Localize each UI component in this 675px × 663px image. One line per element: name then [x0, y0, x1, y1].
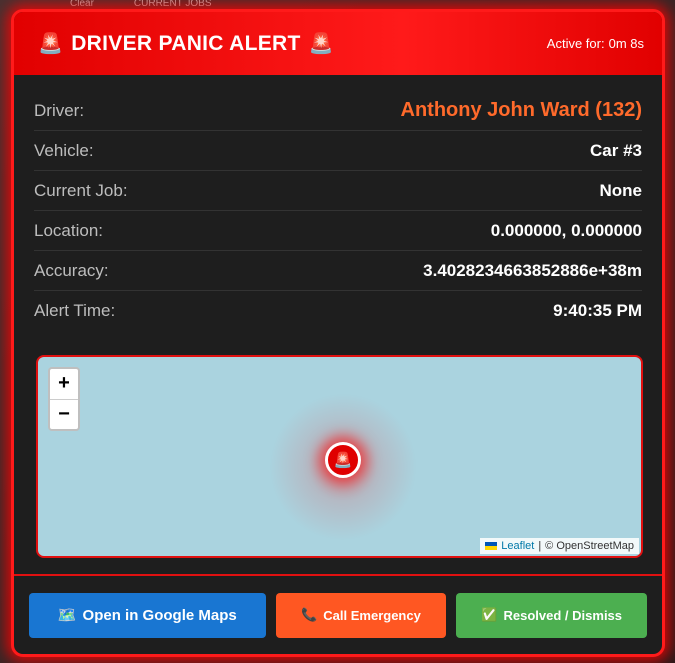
alert-title: 🚨 DRIVER PANIC ALERT 🚨 [38, 31, 334, 56]
accuracy-value: 3.4028234663852886e+38m [423, 260, 642, 280]
location-map[interactable]: + − 🚨 Leaflet | © OpenStreetMap [36, 355, 643, 558]
alert-details: Driver: Anthony John Ward (132) Vehicle:… [14, 75, 662, 331]
map-icon: 🗺️ [57, 607, 77, 624]
vehicle-value: Car #3 [590, 140, 642, 160]
alert-time-value: 9:40:35 PM [553, 301, 642, 320]
driver-name: Anthony John Ward (132) [400, 99, 642, 121]
detail-row-alert-time: Alert Time: 9:40:35 PM [34, 291, 642, 331]
panic-alert-modal: 🚨 DRIVER PANIC ALERT 🚨 Active for: 0m 8s… [11, 9, 665, 657]
map-attribution: Leaflet | © OpenStreetMap [480, 538, 639, 554]
open-google-maps-button[interactable]: 🗺️ Open in Google Maps [29, 592, 266, 638]
detail-row-vehicle: Vehicle: Car #3 [34, 131, 642, 171]
zoom-in-button[interactable]: + [50, 369, 78, 400]
open-google-maps-label: Open in Google Maps [82, 606, 237, 624]
zoom-out-button[interactable]: − [50, 400, 78, 430]
attribution-separator: | [538, 540, 542, 552]
action-bar: 🗺️ Open in Google Maps 📞 Call Emergency … [14, 574, 662, 654]
location-value: 0.000000, 0.000000 [490, 220, 642, 240]
detail-row-current-job: Current Job: None [34, 171, 642, 211]
siren-icon: 🚨 [308, 33, 334, 55]
active-label: Active for: [546, 36, 605, 51]
osm-attribution[interactable]: © OpenStreetMap [545, 540, 634, 552]
active-timer: Active for: 0m 8s [547, 36, 644, 51]
phone-icon: 📞 [301, 607, 318, 622]
ukraine-flag-icon [485, 542, 498, 550]
resolve-dismiss-button[interactable]: ✅ Resolved / Dismiss [456, 592, 648, 638]
call-emergency-label: Call Emergency [323, 607, 421, 623]
alert-title-text: DRIVER PANIC ALERT [71, 31, 301, 55]
detail-label: Accuracy: [34, 260, 109, 280]
detail-label: Driver: [34, 100, 85, 120]
detail-row-location: Location: 0.000000, 0.000000 [34, 211, 642, 251]
detail-label: Location: [34, 220, 103, 240]
detail-label: Alert Time: [34, 301, 116, 320]
check-icon: ✅ [481, 607, 498, 622]
detail-row-driver: Driver: Anthony John Ward (132) [34, 91, 642, 131]
zoom-control: + − [48, 367, 80, 431]
siren-icon: 🚨 [38, 33, 64, 55]
resolve-dismiss-label: Resolved / Dismiss [503, 607, 623, 623]
call-emergency-button[interactable]: 📞 Call Emergency [275, 592, 447, 638]
siren-icon: 🚨 [333, 452, 353, 469]
current-job-value: None [599, 180, 643, 200]
detail-label: Current Job: [34, 180, 128, 200]
panic-marker[interactable]: 🚨 [325, 442, 361, 478]
detail-label: Vehicle: [34, 140, 94, 160]
active-value: 0m 8s [608, 36, 644, 51]
detail-row-accuracy: Accuracy: 3.4028234663852886e+38m [34, 251, 642, 291]
leaflet-link[interactable]: Leaflet [501, 540, 534, 552]
alert-header: 🚨 DRIVER PANIC ALERT 🚨 Active for: 0m 8s [14, 12, 662, 75]
